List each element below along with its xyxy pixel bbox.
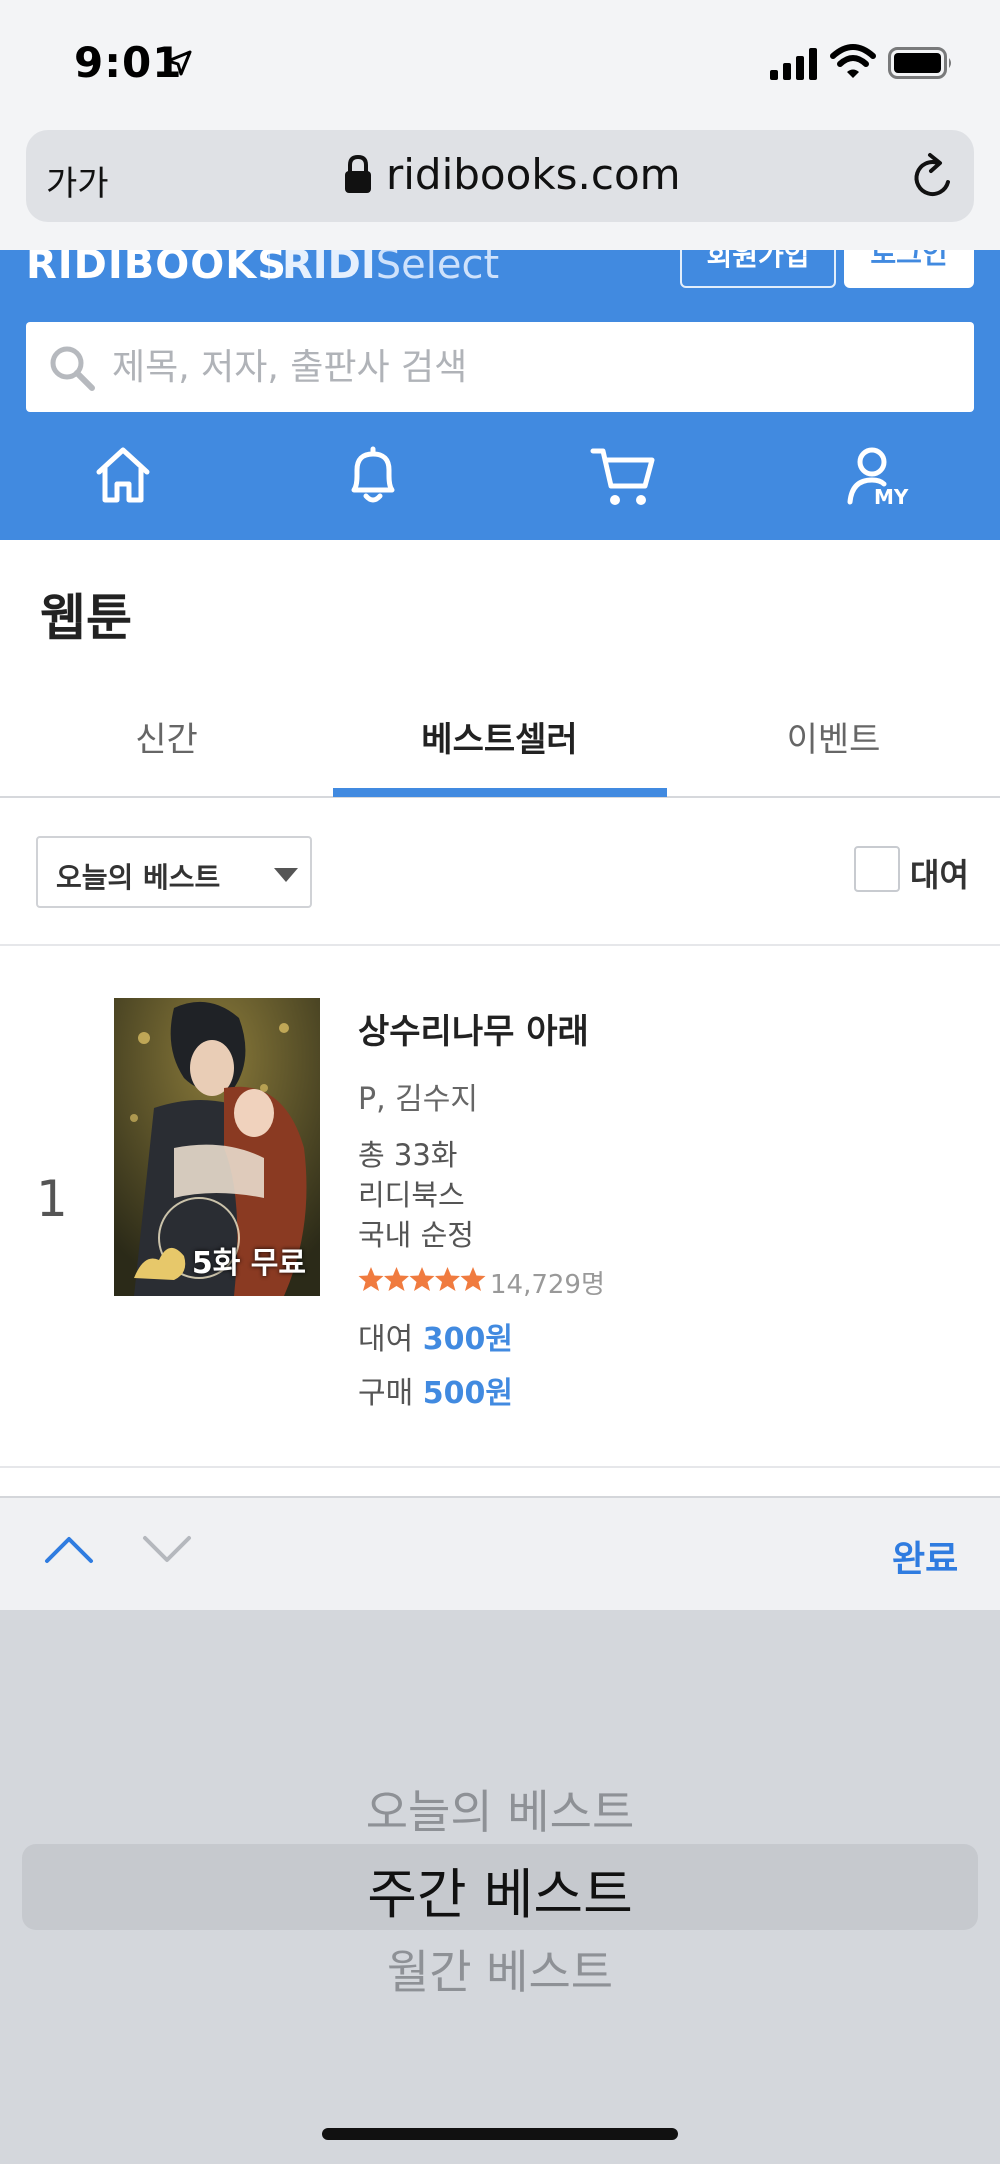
location-arrow-icon <box>166 50 192 76</box>
buy-price-line: 구매 500원 <box>358 1368 513 1412</box>
rent-price: 300원 <box>422 1322 513 1357</box>
book-cover[interactable]: 5화 무료 <box>114 998 320 1296</box>
picker-option-weekly[interactable]: 주간 베스트 <box>0 1850 1000 1929</box>
buy-price-label: 구매 <box>358 1376 414 1411</box>
picker-option-monthly[interactable]: 월간 베스트 <box>0 1936 1000 2002</box>
wifi-icon <box>830 44 876 78</box>
rent-price-label: 대여 <box>358 1322 414 1357</box>
star-icon <box>384 1267 409 1291</box>
rent-checkbox[interactable] <box>854 846 900 892</box>
chevron-down-icon <box>274 868 298 882</box>
signup-button[interactable]: 회원가입 <box>680 250 836 288</box>
battery-icon <box>888 47 951 79</box>
tab-bestseller[interactable]: 베스트셀러 <box>333 712 666 761</box>
search-icon <box>50 346 95 391</box>
address-bar[interactable]: 가가 ridibooks.com <box>26 130 974 222</box>
browser-toolbar: 가가 ridibooks.com <box>0 128 1000 250</box>
book-author[interactable]: P, 김수지 <box>358 1074 478 1118</box>
my-account-icon[interactable]: MY <box>844 446 916 508</box>
search-input[interactable] <box>112 322 952 412</box>
category-tabs: 신간 베스트셀러 이벤트 <box>0 672 1000 798</box>
book-episodes: 총 33화 <box>358 1138 458 1172</box>
home-indicator <box>322 2128 678 2140</box>
status-bar: 9:01 <box>0 0 1000 128</box>
book-genre: 국내 순정 <box>358 1218 474 1252</box>
book-publisher[interactable]: 리디북스 <box>358 1172 465 1214</box>
lock-icon <box>345 154 371 193</box>
chevron-down-icon[interactable] <box>142 1534 192 1564</box>
cellular-signal-icon <box>770 48 817 80</box>
ridibooks-logo[interactable]: RIDIBOOKS <box>26 250 287 288</box>
done-button[interactable]: 완료 <box>892 1530 958 1582</box>
my-label: MY <box>874 485 909 508</box>
search-bar[interactable] <box>26 322 974 412</box>
picker-option-daily[interactable]: 오늘의 베스트 <box>0 1776 1000 1842</box>
star-icon <box>409 1267 435 1291</box>
dropdown-selected-value: 오늘의 베스트 <box>56 861 221 894</box>
star-icon <box>435 1267 460 1291</box>
chevron-up-icon[interactable] <box>44 1534 94 1564</box>
select-logo-light: Select <box>375 250 500 288</box>
home-icon[interactable] <box>94 446 152 504</box>
period-dropdown[interactable]: 오늘의 베스트 <box>36 836 312 908</box>
bell-icon[interactable] <box>344 446 402 506</box>
review-count: 14,729명 <box>490 1270 605 1300</box>
book-list-item[interactable]: 1 5화 무료 상수리나무 아래 P, 김수지 총 33화 리디북스 국내 순정… <box>0 948 1000 1468</box>
logo-divider <box>268 250 270 280</box>
buy-price: 500원 <box>422 1376 513 1411</box>
picker-wheel[interactable]: 오늘의 베스트 주간 베스트 월간 베스트 <box>0 1610 1000 2164</box>
ridi-select-logo[interactable]: RIDISelect <box>282 250 499 288</box>
star-icon <box>358 1267 384 1291</box>
site-header: RIDIBOOKS RIDISelect 회원가입 로그인 MY <box>0 250 1000 540</box>
picker-toolbar: 완료 <box>0 1496 1000 1610</box>
page-title: 웹툰 <box>40 589 132 647</box>
star-icon <box>460 1267 486 1291</box>
free-episodes-badge: 5화 무료 <box>191 1246 306 1281</box>
active-tab-indicator <box>333 788 667 797</box>
filter-row: 오늘의 베스트 대여 <box>0 800 1000 946</box>
tab-new[interactable]: 신간 <box>0 712 333 761</box>
rent-price-line: 대여 300원 <box>358 1314 513 1358</box>
book-rank: 1 <box>36 1170 68 1228</box>
reload-icon[interactable] <box>910 152 956 200</box>
text-size-button[interactable]: 가가 <box>46 156 109 205</box>
tab-event[interactable]: 이벤트 <box>667 712 1000 761</box>
rent-checkbox-label[interactable]: 대여 <box>910 850 969 896</box>
cart-icon[interactable] <box>590 446 656 508</box>
rating-stars <box>358 1267 486 1291</box>
select-logo-bold: RIDI <box>282 250 376 288</box>
url-text[interactable]: ridibooks.com <box>386 150 681 199</box>
book-title[interactable]: 상수리나무 아래 <box>358 1004 589 1053</box>
login-button[interactable]: 로그인 <box>844 250 974 288</box>
